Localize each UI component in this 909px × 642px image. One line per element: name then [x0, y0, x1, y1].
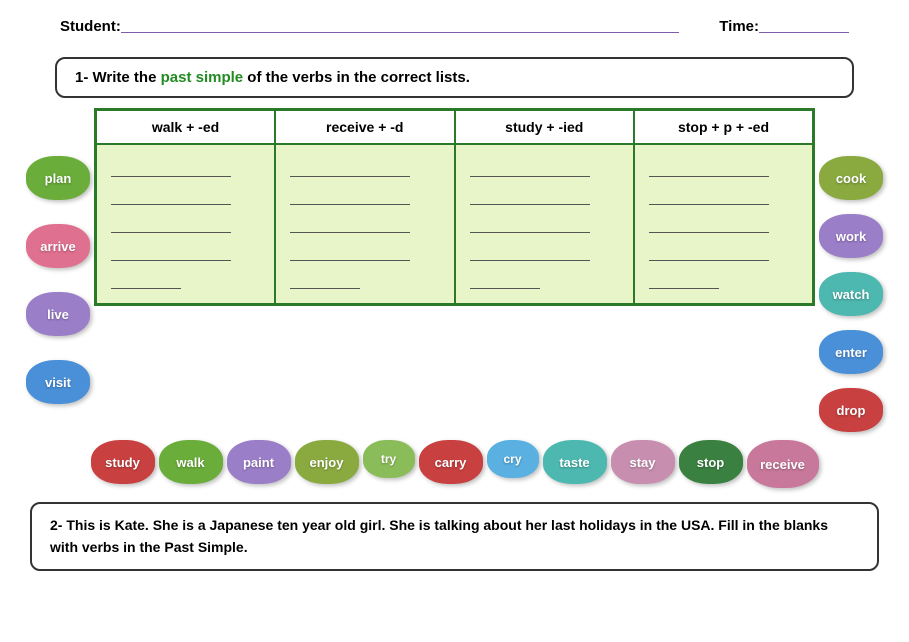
- blank[interactable]: [290, 271, 360, 289]
- time-label: Time:: [719, 18, 759, 35]
- col-header-1: walk + -ed: [96, 110, 276, 145]
- bubble-plan: plan: [26, 156, 90, 200]
- instruction-1-text-before: Write the: [93, 69, 161, 86]
- bubble-enjoy: enjoy: [295, 440, 359, 484]
- table-row: [96, 144, 814, 305]
- bubble-work: work: [819, 214, 883, 258]
- blank[interactable]: [470, 187, 590, 205]
- blank[interactable]: [470, 243, 590, 261]
- bubble-try: try: [363, 440, 415, 478]
- instruction-1-box: 1- Write the past simple of the verbs in…: [55, 57, 854, 98]
- student-line: [121, 32, 679, 33]
- blank[interactable]: [470, 215, 590, 233]
- blank[interactable]: [290, 215, 410, 233]
- bubble-paint: paint: [227, 440, 291, 484]
- bubble-stay: stay: [611, 440, 675, 484]
- instruction-1-number: 1-: [75, 69, 88, 86]
- header: Student: Time:: [0, 0, 909, 39]
- blank[interactable]: [649, 187, 769, 205]
- cell-1-1: [96, 144, 276, 305]
- bubble-carry: carry: [419, 440, 483, 484]
- bubble-drop: drop: [819, 388, 883, 432]
- blanks-col3: [466, 153, 624, 295]
- blanks-col4: [645, 153, 802, 295]
- right-bubbles: cook work watch enter drop: [819, 108, 899, 432]
- time-line: [759, 32, 849, 33]
- blank[interactable]: [111, 187, 231, 205]
- blank[interactable]: [649, 243, 769, 261]
- blank[interactable]: [111, 243, 231, 261]
- bubble-receive: receive: [747, 440, 819, 488]
- cell-1-2: [275, 144, 455, 305]
- col-header-2: receive + -d: [275, 110, 455, 145]
- blank[interactable]: [649, 215, 769, 233]
- blanks-col2: [286, 153, 444, 295]
- main-table: walk + -ed receive + -d study + -ied sto…: [94, 108, 815, 306]
- col-header-4: stop + p + -ed: [634, 110, 814, 145]
- bubble-enter: enter: [819, 330, 883, 374]
- cell-1-4: [634, 144, 814, 305]
- blank[interactable]: [111, 271, 181, 289]
- bubble-live: live: [26, 292, 90, 336]
- instruction-1-text-after: of the verbs in the correct lists.: [247, 69, 470, 86]
- instruction-2-number: 2-: [50, 517, 62, 533]
- instruction-2-text: This is Kate. She is a Japanese ten year…: [50, 517, 828, 555]
- blank[interactable]: [649, 159, 769, 177]
- instruction-1-highlight: past simple: [161, 69, 244, 86]
- bubble-visit: visit: [26, 360, 90, 404]
- bubble-cook: cook: [819, 156, 883, 200]
- blank[interactable]: [290, 187, 410, 205]
- bubble-cry: cry: [487, 440, 539, 478]
- blank[interactable]: [290, 243, 410, 261]
- bubble-study: study: [91, 440, 155, 484]
- left-bubbles: plan arrive live visit: [10, 108, 90, 404]
- blank[interactable]: [649, 271, 719, 289]
- bubble-arrive: arrive: [26, 224, 90, 268]
- exercise-area: plan arrive live visit walk + -ed receiv…: [10, 108, 899, 432]
- blank[interactable]: [111, 215, 231, 233]
- blank[interactable]: [111, 159, 231, 177]
- col-header-3: study + -ied: [455, 110, 635, 145]
- cell-1-3: [455, 144, 635, 305]
- student-label: Student:: [60, 18, 121, 35]
- bubble-walk: walk: [159, 440, 223, 484]
- bubble-taste: taste: [543, 440, 607, 484]
- bubble-stop: stop: [679, 440, 743, 484]
- blank[interactable]: [470, 159, 590, 177]
- bottom-bubbles: study walk paint enjoy try carry cry tas…: [10, 440, 899, 488]
- table-header-row: walk + -ed receive + -d study + -ied sto…: [96, 110, 814, 145]
- instruction-2-box: 2- This is Kate. She is a Japanese ten y…: [30, 502, 879, 571]
- bubble-watch: watch: [819, 272, 883, 316]
- blanks-col1: [107, 153, 264, 295]
- table-container: walk + -ed receive + -d study + -ied sto…: [94, 108, 815, 306]
- blank[interactable]: [470, 271, 540, 289]
- blank[interactable]: [290, 159, 410, 177]
